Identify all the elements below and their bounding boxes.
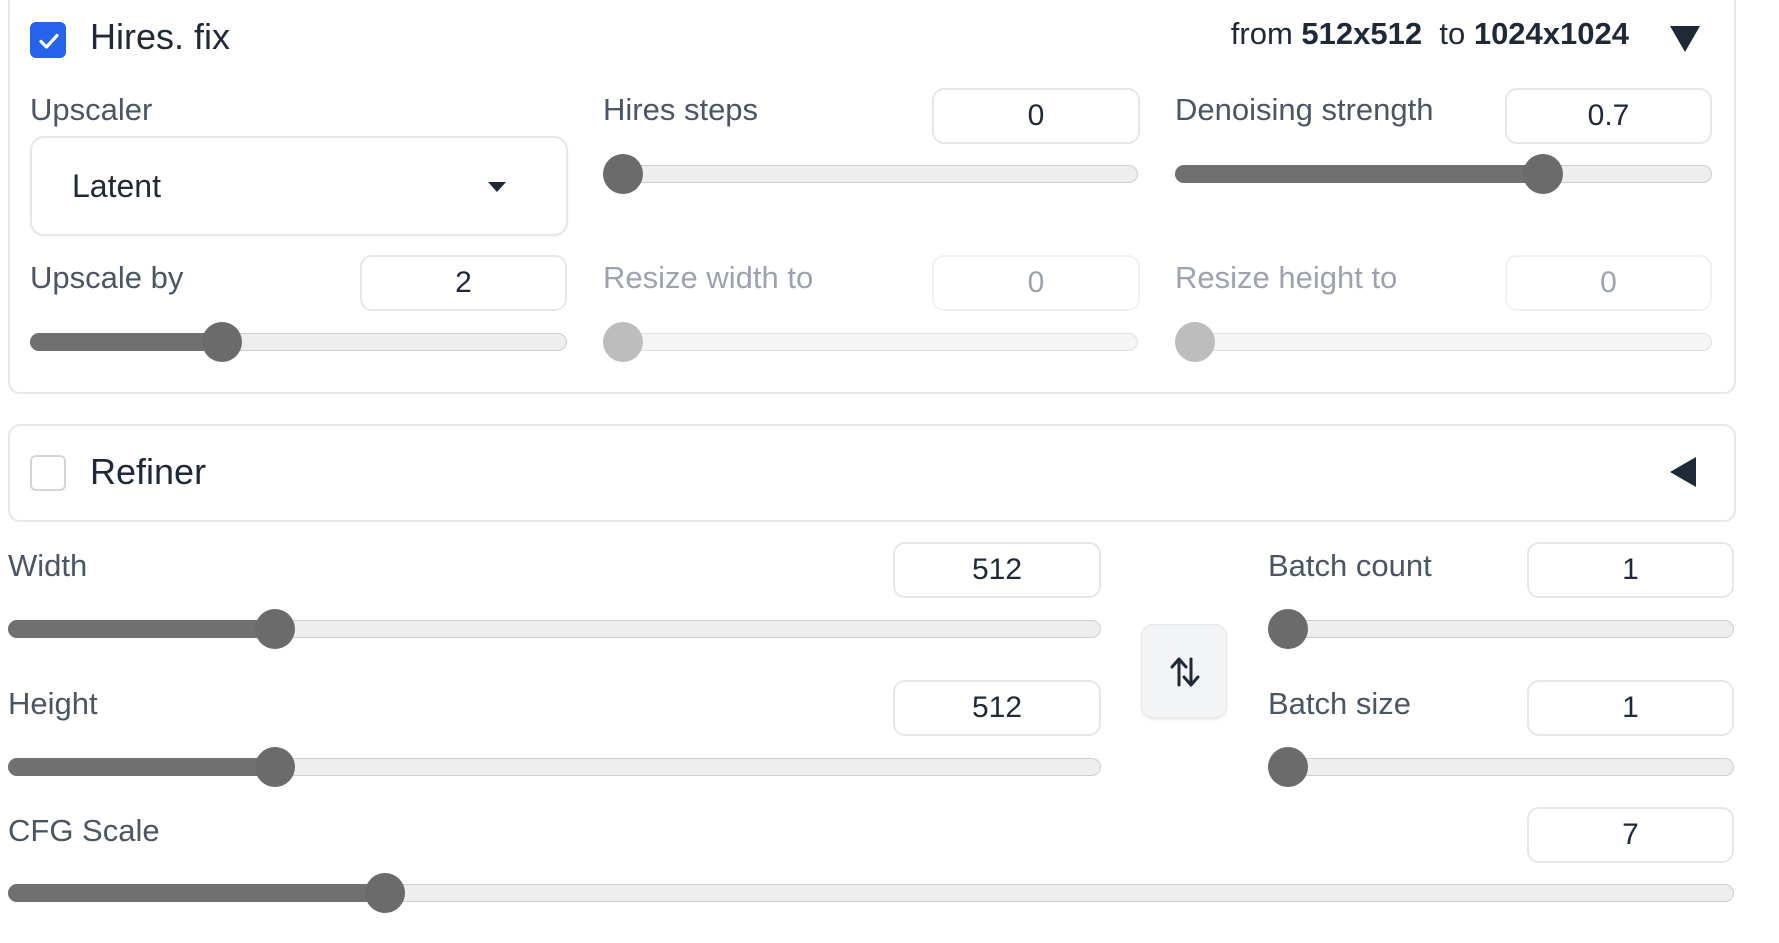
swap-vertical-icon xyxy=(1170,657,1200,687)
refiner-checkbox[interactable] xyxy=(30,455,66,491)
denoising-strength-slider[interactable] xyxy=(1175,154,1712,194)
slider-fill xyxy=(8,884,386,902)
resize-width-input[interactable]: 0 xyxy=(932,255,1140,311)
cfg-scale-input[interactable]: 7 xyxy=(1527,807,1734,863)
hires-steps-input[interactable]: 0 xyxy=(932,88,1140,144)
slider-thumb[interactable] xyxy=(255,609,296,649)
slider-thumb[interactable] xyxy=(603,154,643,194)
batch-count-input[interactable]: 1 xyxy=(1527,542,1734,598)
summary-to-value: 1024x1024 xyxy=(1473,16,1629,51)
slider-thumb[interactable] xyxy=(255,747,296,787)
batch-size-label: Batch size xyxy=(1268,686,1412,721)
slider-thumb[interactable] xyxy=(1268,747,1308,787)
hires-fix-title: Hires. fix xyxy=(90,16,231,57)
upscaler-value: Latent xyxy=(72,168,161,204)
summary-from-label: from xyxy=(1230,16,1293,51)
slider-thumb[interactable] xyxy=(603,322,643,362)
upscaler-dropdown[interactable]: Latent xyxy=(30,136,568,236)
height-input[interactable]: 512 xyxy=(893,680,1101,736)
triangle-left-icon[interactable] xyxy=(1670,457,1696,487)
swap-dimensions-button[interactable] xyxy=(1141,624,1227,718)
resize-height-slider[interactable] xyxy=(1175,322,1712,362)
checkmark-icon xyxy=(39,33,59,49)
slider-track xyxy=(1175,333,1712,351)
upscale-by-input[interactable]: 2 xyxy=(360,255,567,311)
slider-fill xyxy=(1175,165,1543,183)
slider-thumb[interactable] xyxy=(1175,322,1215,362)
resize-width-label: Resize width to xyxy=(603,260,814,295)
resize-height-label: Resize height to xyxy=(1175,260,1398,295)
denoising-strength-input[interactable]: 0.7 xyxy=(1505,88,1712,144)
upscaler-label: Upscaler xyxy=(30,92,153,127)
width-label: Width xyxy=(8,548,88,583)
height-label: Height xyxy=(8,686,98,721)
slider-thumb[interactable] xyxy=(1522,154,1563,194)
slider-fill xyxy=(30,333,223,351)
slider-thumb[interactable] xyxy=(365,873,406,913)
hires-steps-label: Hires steps xyxy=(603,92,759,127)
slider-thumb[interactable] xyxy=(1268,609,1308,649)
slider-track xyxy=(603,333,1138,351)
width-slider[interactable] xyxy=(8,609,1101,649)
batch-size-slider[interactable] xyxy=(1268,747,1734,787)
slider-thumb[interactable] xyxy=(202,322,243,362)
summary-to-label: to xyxy=(1439,16,1466,51)
resize-width-slider[interactable] xyxy=(603,322,1138,362)
hires-size-summary: from 512x512 to 1024x1024 xyxy=(1231,16,1629,52)
batch-count-label: Batch count xyxy=(1268,548,1432,583)
upscale-by-label: Upscale by xyxy=(30,260,184,295)
slider-track xyxy=(1268,758,1734,776)
batch-size-input[interactable]: 1 xyxy=(1527,680,1734,736)
batch-count-slider[interactable] xyxy=(1268,609,1734,649)
width-input[interactable]: 512 xyxy=(893,542,1101,598)
hires-steps-slider[interactable] xyxy=(603,154,1138,194)
triangle-down-icon[interactable] xyxy=(1670,26,1700,52)
hires-fix-checkbox[interactable] xyxy=(30,22,66,58)
slider-fill xyxy=(8,758,276,776)
summary-from-value: 512x512 xyxy=(1301,16,1423,51)
refiner-panel xyxy=(8,424,1736,522)
cfg-scale-label: CFG Scale xyxy=(8,813,160,848)
refiner-title: Refiner xyxy=(90,451,207,492)
caret-down-icon xyxy=(488,182,506,192)
cfg-scale-slider[interactable] xyxy=(8,873,1734,913)
slider-fill xyxy=(8,620,276,638)
resize-height-input[interactable]: 0 xyxy=(1505,255,1712,311)
height-slider[interactable] xyxy=(8,747,1101,787)
upscale-by-slider[interactable] xyxy=(30,322,567,362)
denoising-strength-label: Denoising strength xyxy=(1175,92,1434,127)
slider-track xyxy=(1268,620,1734,638)
slider-track xyxy=(603,165,1138,183)
